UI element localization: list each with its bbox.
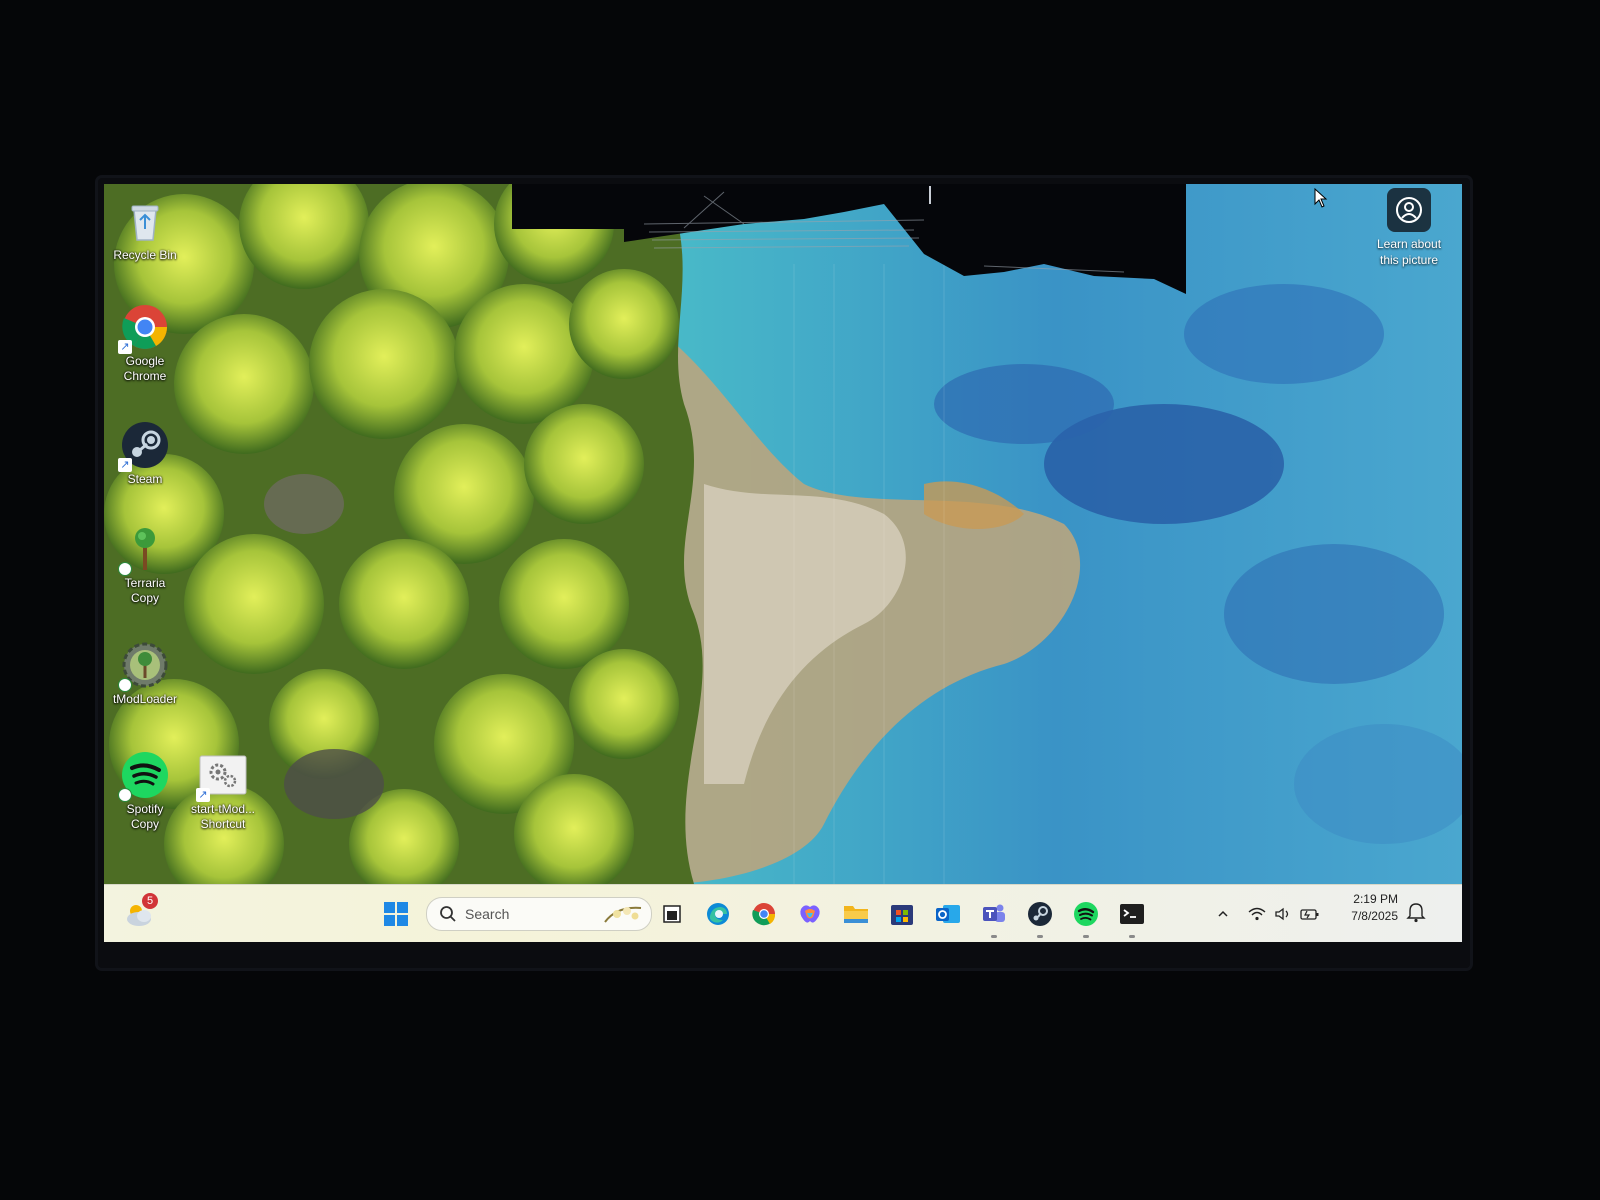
search-placeholder: Search <box>465 906 510 922</box>
learn-about-label-line1: Learn about <box>1376 237 1442 251</box>
tmodloader-icon <box>118 640 170 692</box>
steam-icon: ↗ <box>118 420 170 472</box>
terraria-icon <box>118 524 170 576</box>
screen: Recycle Bin ↗ Google Chrome ↗ Steam Terr… <box>104 184 1462 942</box>
edge-icon <box>707 903 729 925</box>
store-icon <box>891 905 913 925</box>
running-indicator <box>991 935 997 938</box>
learn-about-picture-button[interactable]: Learn about this picture <box>1364 188 1454 268</box>
taskbar-search-box[interactable]: Search <box>426 897 652 931</box>
chrome-icon <box>752 903 776 926</box>
teams-icon <box>983 904 1005 922</box>
desktop-icon-spotify-copy[interactable]: Spotify Copy <box>104 750 186 832</box>
search-icon <box>440 906 456 922</box>
desktop-icon-tmodloader[interactable]: tModLoader <box>104 640 186 707</box>
desktop-icon-google-chrome[interactable]: ↗ Google Chrome <box>104 302 186 384</box>
gear-shortcut-icon: ↗ <box>196 750 248 802</box>
copilot-icon <box>800 905 820 923</box>
camera-lens-icon <box>1387 188 1431 232</box>
desktop-icon-start-tmod-shortcut[interactable]: ↗ start-tMod... Shortcut <box>182 750 264 832</box>
volume-icon[interactable] <box>1274 907 1292 921</box>
taskbar-edge[interactable] <box>702 898 734 930</box>
spotify-icon <box>118 750 170 802</box>
chrome-icon: ↗ <box>118 302 170 354</box>
steam-icon <box>1028 902 1052 926</box>
taskbar-teams[interactable] <box>978 898 1010 938</box>
taskbar-task-view[interactable] <box>656 898 688 930</box>
desktop-icon-label: Spotify <box>126 802 164 816</box>
start-button[interactable] <box>380 898 412 930</box>
desktop-icon-label: Recycle Bin <box>113 248 177 262</box>
taskbar-outlook[interactable] <box>932 898 964 930</box>
desktop-icon-steam[interactable]: ↗ Steam <box>104 420 186 487</box>
outlook-icon <box>936 905 960 923</box>
terminal-icon <box>1120 904 1144 924</box>
screen-damage <box>512 184 1186 294</box>
desktop-icon-label: Terraria <box>124 576 166 590</box>
shortcut-arrow-icon: ↗ <box>118 458 132 472</box>
sync-status-icon <box>118 788 132 802</box>
sync-status-icon <box>118 678 132 692</box>
shortcut-arrow-icon: ↗ <box>196 788 210 802</box>
taskbar: 5 Search 2:19 PM 7/8/2025 <box>104 884 1462 942</box>
desktop-icon-label: Shortcut <box>200 817 246 831</box>
clock-time: 2:19 PM <box>1353 892 1398 906</box>
system-tray <box>1216 901 1320 927</box>
taskbar-spotify[interactable] <box>1070 898 1102 938</box>
battery-icon[interactable] <box>1300 907 1320 921</box>
windows-start-icon <box>384 902 408 926</box>
recycle-bin-icon <box>120 196 170 246</box>
taskbar-copilot[interactable] <box>794 898 826 930</box>
folder-icon <box>844 906 868 923</box>
weather-badge: 5 <box>142 893 158 909</box>
clock-date: 7/8/2025 <box>1351 909 1398 923</box>
desktop-icon-label: Steam <box>127 472 163 486</box>
search-highlight-icon <box>604 906 642 923</box>
taskbar-clock[interactable]: 2:19 PM 7/8/2025 <box>1338 891 1398 925</box>
chevron-up-icon[interactable] <box>1216 907 1230 921</box>
running-indicator <box>1129 935 1135 938</box>
learn-about-label-line2: this picture <box>1379 253 1439 267</box>
task-view-icon <box>663 905 681 923</box>
mouse-cursor-icon <box>1314 188 1328 208</box>
taskbar-steam[interactable] <box>1024 898 1056 938</box>
notification-bell-icon[interactable] <box>1406 901 1426 923</box>
taskbar-file-explorer[interactable] <box>840 898 872 930</box>
desktop-icon-label: Google <box>125 354 165 368</box>
desktop-icon-recycle-bin[interactable]: Recycle Bin <box>104 196 186 263</box>
sync-status-icon <box>118 562 132 576</box>
running-indicator <box>1083 935 1089 938</box>
desktop-icon-label: Copy <box>130 817 159 831</box>
desktop-icon-label: start-tMod... <box>190 802 255 816</box>
taskbar-terminal[interactable] <box>1116 898 1148 938</box>
shortcut-arrow-icon: ↗ <box>118 340 132 354</box>
weather-widget[interactable]: 5 <box>122 893 158 931</box>
spotify-icon <box>1074 902 1098 926</box>
desktop-icon-terraria-copy[interactable]: Terraria Copy <box>104 524 186 606</box>
monitor-frame: Recycle Bin ↗ Google Chrome ↗ Steam Terr… <box>98 178 1470 968</box>
taskbar-microsoft-store[interactable] <box>886 898 918 930</box>
desktop-icon-label: tModLoader <box>112 692 178 706</box>
taskbar-chrome[interactable] <box>748 898 780 930</box>
wifi-icon[interactable] <box>1248 907 1266 921</box>
desktop-icon-label: Chrome <box>123 369 167 383</box>
running-indicator <box>1037 935 1043 938</box>
desktop-icon-label: Copy <box>130 591 159 605</box>
